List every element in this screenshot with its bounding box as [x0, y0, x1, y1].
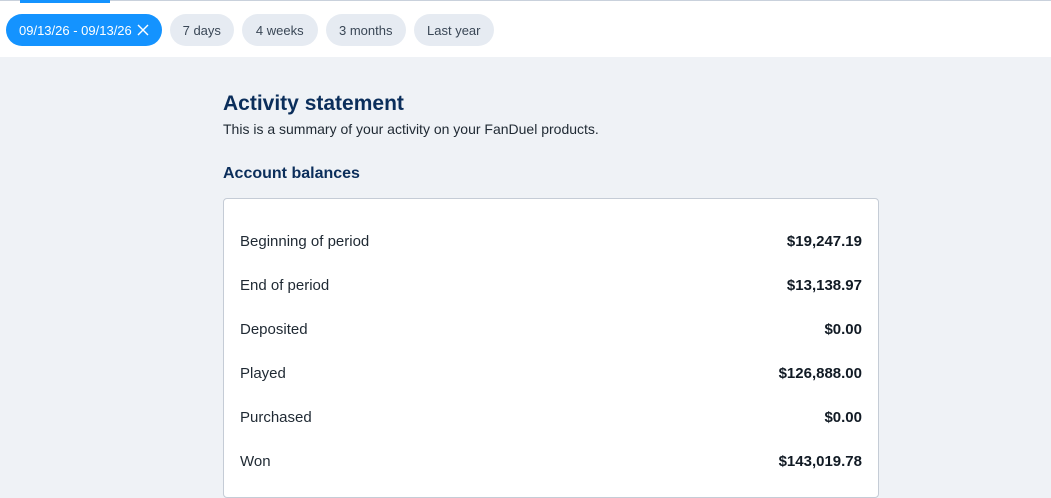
balance-label: Deposited [240, 320, 308, 338]
balance-label: Purchased [240, 408, 312, 426]
active-date-range-label: 09/13/26 - 09/13/26 [19, 22, 132, 38]
balance-value: $0.00 [824, 320, 862, 338]
page-subtitle: This is a summary of your activity on yo… [223, 121, 599, 137]
balance-value: $0.00 [824, 408, 862, 426]
date-range-chips: 09/13/26 - 09/13/26 7 days 4 weeks 3 mon… [6, 14, 494, 46]
balance-value: $126,888.00 [778, 364, 862, 382]
balance-row-played: Played $126,888.00 [240, 351, 862, 395]
filter-3-months-chip[interactable]: 3 months [325, 14, 406, 46]
filter-4-weeks-chip[interactable]: 4 weeks [241, 14, 318, 46]
balance-value: $13,138.97 [786, 276, 862, 294]
active-date-range-chip[interactable]: 09/13/26 - 09/13/26 [6, 14, 162, 46]
balance-row-deposited: Deposited $0.00 [240, 307, 862, 351]
close-icon[interactable] [136, 23, 150, 37]
filter-last-year-chip[interactable]: Last year [413, 14, 494, 46]
balance-value: $19,247.19 [786, 232, 862, 250]
balance-label: End of period [240, 276, 330, 294]
account-balances-heading: Account balances [223, 165, 360, 182]
balance-row-beginning: Beginning of period $19,247.19 [240, 219, 862, 263]
filter-bar: 09/13/26 - 09/13/26 7 days 4 weeks 3 mon… [0, 0, 1051, 57]
filter-7-days-chip[interactable]: 7 days [169, 14, 234, 46]
page-title: Activity statement [223, 92, 404, 115]
active-tab-indicator [20, 0, 110, 3]
account-balances-card: Beginning of period $19,247.19 End of pe… [223, 198, 879, 498]
balance-label: Won [240, 452, 271, 470]
balance-value: $143,019.78 [778, 452, 862, 470]
balance-row-won: Won $143,019.78 [240, 439, 862, 483]
activity-statement: Activity statement This is a summary of … [223, 90, 879, 498]
balance-label: Played [240, 364, 286, 382]
balance-row-end: End of period $13,138.97 [240, 263, 862, 307]
balance-label: Beginning of period [240, 232, 370, 250]
balance-row-purchased: Purchased $0.00 [240, 395, 862, 439]
